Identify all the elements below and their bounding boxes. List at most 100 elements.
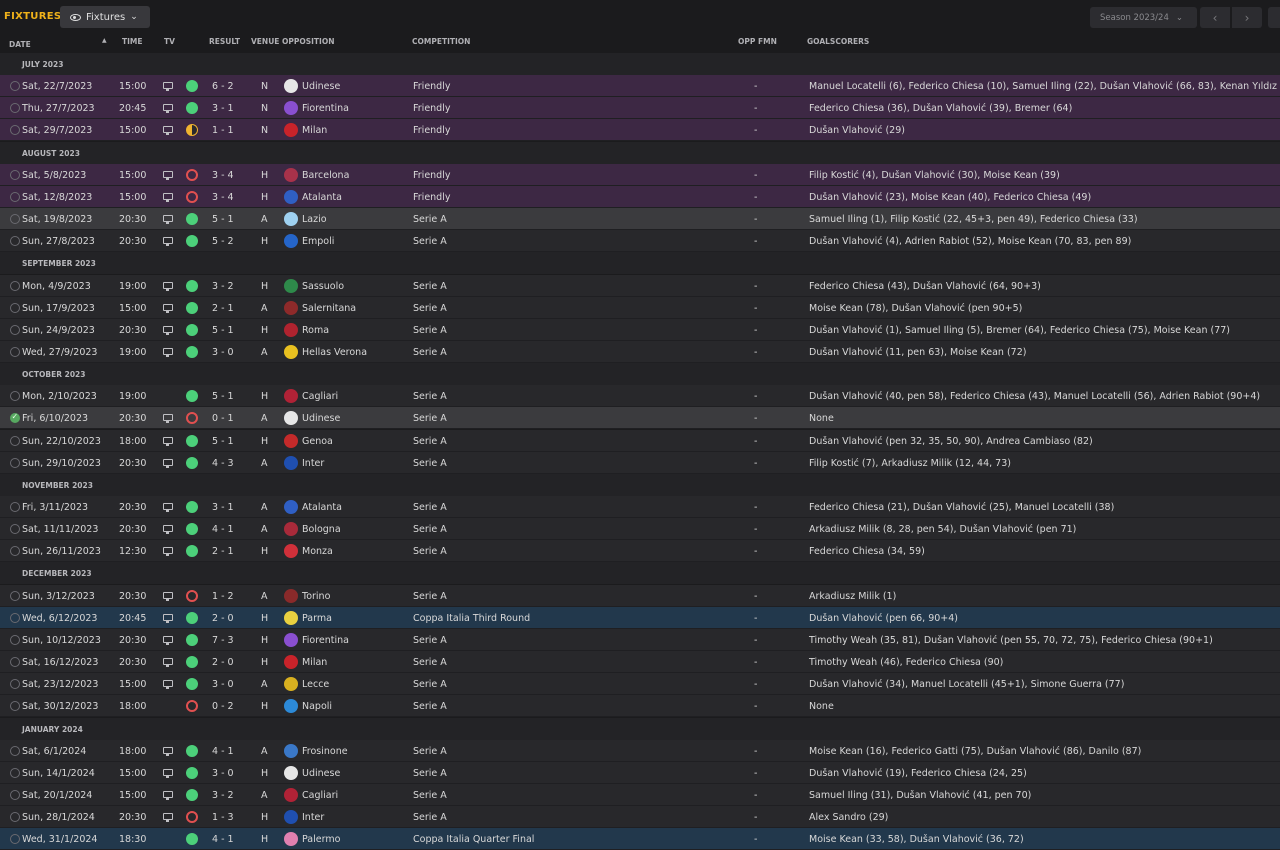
- fixture-opposition[interactable]: Inter: [302, 812, 324, 823]
- fixture-score[interactable]: 1 - 1: [212, 125, 234, 136]
- fixture-score[interactable]: 3 - 0: [212, 679, 234, 690]
- fixture-score[interactable]: 0 - 1: [212, 413, 234, 424]
- previous-button[interactable]: ‹: [1200, 7, 1230, 28]
- row-select-radio[interactable]: [10, 236, 20, 247]
- fixture-row[interactable]: Sat, 11/11/2023 20:30 4 - 1 A Bologna Serie A…: [0, 518, 1280, 541]
- row-select-radio[interactable]: [10, 346, 20, 357]
- column-header-tv[interactable]: TV: [164, 37, 175, 46]
- fixture-competition[interactable]: Serie A: [413, 701, 447, 712]
- fixture-opposition[interactable]: Torino: [302, 591, 330, 602]
- row-select-radio[interactable]: [10, 812, 20, 823]
- fixture-score[interactable]: 1 - 2: [212, 591, 234, 602]
- season-dropdown[interactable]: Season 2023/24 ⌄: [1090, 7, 1197, 28]
- column-header-venue[interactable]: VENUE: [251, 37, 279, 46]
- fixture-competition[interactable]: Serie A: [413, 436, 447, 447]
- fixture-competition[interactable]: Serie A: [413, 635, 447, 646]
- fixture-competition[interactable]: Serie A: [413, 591, 447, 602]
- fixture-opposition[interactable]: Atalanta: [302, 192, 342, 203]
- row-select-radio[interactable]: [10, 789, 20, 800]
- fixture-row[interactable]: Sun, 24/9/2023 20:30 5 - 1 H Roma Serie A - Duš…: [0, 318, 1280, 341]
- column-header-opp-fmn[interactable]: OPP FMN: [738, 37, 777, 46]
- row-select-radio[interactable]: [10, 590, 20, 601]
- fixture-opposition[interactable]: Udinese: [302, 768, 340, 779]
- fixture-score[interactable]: 3 - 0: [212, 768, 234, 779]
- fixture-score[interactable]: 5 - 1: [212, 325, 234, 336]
- fixture-score[interactable]: 0 - 2: [212, 701, 234, 712]
- fixture-score[interactable]: 1 - 3: [212, 812, 234, 823]
- fixture-row[interactable]: Wed, 31/1/2024 18:30 4 - 1 H Palermo Coppa It…: [0, 828, 1280, 850]
- fixture-score[interactable]: 6 - 2: [212, 81, 234, 92]
- fixture-score[interactable]: 4 - 1: [212, 834, 234, 845]
- fixture-row[interactable]: Sat, 16/12/2023 20:30 2 - 0 H Milan Serie A - T…: [0, 651, 1280, 674]
- fixture-score[interactable]: 3 - 2: [212, 790, 234, 801]
- fixture-opposition[interactable]: Fiorentina: [302, 103, 349, 114]
- fixture-opposition[interactable]: Sassuolo: [302, 281, 344, 292]
- fixture-competition[interactable]: Serie A: [413, 812, 447, 823]
- fixture-opposition[interactable]: Genoa: [302, 436, 333, 447]
- row-select-radio[interactable]: [10, 302, 20, 313]
- fixture-row[interactable]: Sun, 27/8/2023 20:30 5 - 2 H Empoli Serie A - D…: [0, 230, 1280, 253]
- row-select-radio[interactable]: [10, 103, 20, 114]
- fixture-opposition[interactable]: Bologna: [302, 524, 341, 535]
- fixture-row[interactable]: Fri, 3/11/2023 20:30 3 - 1 A Atalanta Serie A…: [0, 496, 1280, 518]
- row-select-radio[interactable]: [10, 679, 20, 690]
- column-header-goalscorers[interactable]: GOALSCORERS: [807, 37, 869, 46]
- row-select-radio[interactable]: [10, 125, 20, 136]
- fixture-score[interactable]: 3 - 0: [212, 347, 234, 358]
- fixture-opposition[interactable]: Cagliari: [302, 391, 338, 402]
- fixture-competition[interactable]: Serie A: [413, 746, 447, 757]
- fixture-competition[interactable]: Serie A: [413, 325, 447, 336]
- fixture-row[interactable]: Sat, 23/12/2023 15:00 3 - 0 A Lecce Serie A - D…: [0, 673, 1280, 696]
- view-selector-button[interactable]: Fixtures ⌄: [60, 6, 150, 28]
- panel-edge-button[interactable]: [1268, 7, 1280, 28]
- fixture-row[interactable]: Sat, 30/12/2023 18:00 0 - 2 H Napoli Serie A -…: [0, 695, 1280, 718]
- row-select-radio[interactable]: [10, 214, 20, 225]
- fixture-competition[interactable]: Serie A: [413, 502, 447, 513]
- fixture-score[interactable]: 7 - 3: [212, 635, 234, 646]
- fixture-row[interactable]: Sun, 14/1/2024 15:00 3 - 0 H Udinese Serie A -…: [0, 761, 1280, 784]
- fixture-competition[interactable]: Friendly: [413, 103, 450, 114]
- fixture-score[interactable]: 4 - 1: [212, 746, 234, 757]
- fixture-row[interactable]: Sat, 29/7/2023 15:00 1 - 1 N Milan Friendly - D…: [0, 119, 1280, 142]
- fixture-score[interactable]: 3 - 2: [212, 281, 234, 292]
- fixture-competition[interactable]: Serie A: [413, 790, 447, 801]
- fixture-score[interactable]: 4 - 1: [212, 524, 234, 535]
- fixture-competition[interactable]: Serie A: [413, 657, 447, 668]
- fixture-row[interactable]: Sat, 12/8/2023 15:00 3 - 4 H Atalanta Friendl…: [0, 185, 1280, 208]
- fixture-score[interactable]: 3 - 1: [212, 103, 234, 114]
- fixture-opposition[interactable]: Roma: [302, 325, 329, 336]
- row-select-radio[interactable]: [10, 412, 20, 424]
- fixture-opposition[interactable]: Parma: [302, 613, 332, 624]
- fixture-row[interactable]: Wed, 27/9/2023 19:00 3 - 0 A Hellas Verona Se…: [0, 340, 1280, 363]
- row-select-radio[interactable]: [10, 634, 20, 645]
- next-button[interactable]: ›: [1232, 7, 1262, 28]
- fixture-row[interactable]: Sun, 26/11/2023 12:30 2 - 1 H Monza Serie A - F…: [0, 540, 1280, 563]
- fixture-competition[interactable]: Serie A: [413, 236, 447, 247]
- row-select-radio[interactable]: [10, 280, 20, 291]
- fixture-competition[interactable]: Serie A: [413, 546, 447, 557]
- fixture-opposition[interactable]: Empoli: [302, 236, 334, 247]
- row-select-radio[interactable]: [10, 745, 20, 756]
- row-select-radio[interactable]: [10, 701, 20, 712]
- row-select-radio[interactable]: [10, 502, 20, 512]
- row-select-radio[interactable]: [10, 524, 20, 535]
- fixture-opposition[interactable]: Udinese: [302, 81, 340, 92]
- fixture-row[interactable]: Sun, 28/1/2024 20:30 1 - 3 H Inter Serie A - Al…: [0, 806, 1280, 829]
- fixture-competition[interactable]: Friendly: [413, 81, 450, 92]
- fixture-row[interactable]: Sun, 10/12/2023 20:30 7 - 3 H Fiorentina Seri…: [0, 628, 1280, 651]
- fixture-score[interactable]: 5 - 1: [212, 391, 234, 402]
- fixture-score[interactable]: 2 - 0: [212, 613, 234, 624]
- fixture-opposition[interactable]: Lecce: [302, 679, 329, 690]
- fixture-row[interactable]: Sun, 29/10/2023 20:30 4 - 3 A Inter Serie A - F…: [0, 451, 1280, 474]
- fixture-row[interactable]: Sun, 22/10/2023 18:00 5 - 1 H Genoa Serie A - D…: [0, 429, 1280, 452]
- fixture-competition[interactable]: Serie A: [413, 679, 447, 690]
- fixture-opposition[interactable]: Milan: [302, 125, 327, 136]
- fixture-competition[interactable]: Serie A: [413, 524, 447, 535]
- fixture-opposition[interactable]: Cagliari: [302, 790, 338, 801]
- column-header-competition[interactable]: COMPETITION: [412, 37, 470, 46]
- fixture-competition[interactable]: Serie A: [413, 214, 447, 225]
- fixture-row[interactable]: Thu, 27/7/2023 20:45 3 - 1 N Fiorentina Frien…: [0, 97, 1280, 120]
- fixture-opposition[interactable]: Milan: [302, 657, 327, 668]
- fixture-row[interactable]: Sat, 5/8/2023 15:00 3 - 4 H Barcelona Friendl…: [0, 163, 1280, 186]
- fixture-score[interactable]: 5 - 1: [212, 436, 234, 447]
